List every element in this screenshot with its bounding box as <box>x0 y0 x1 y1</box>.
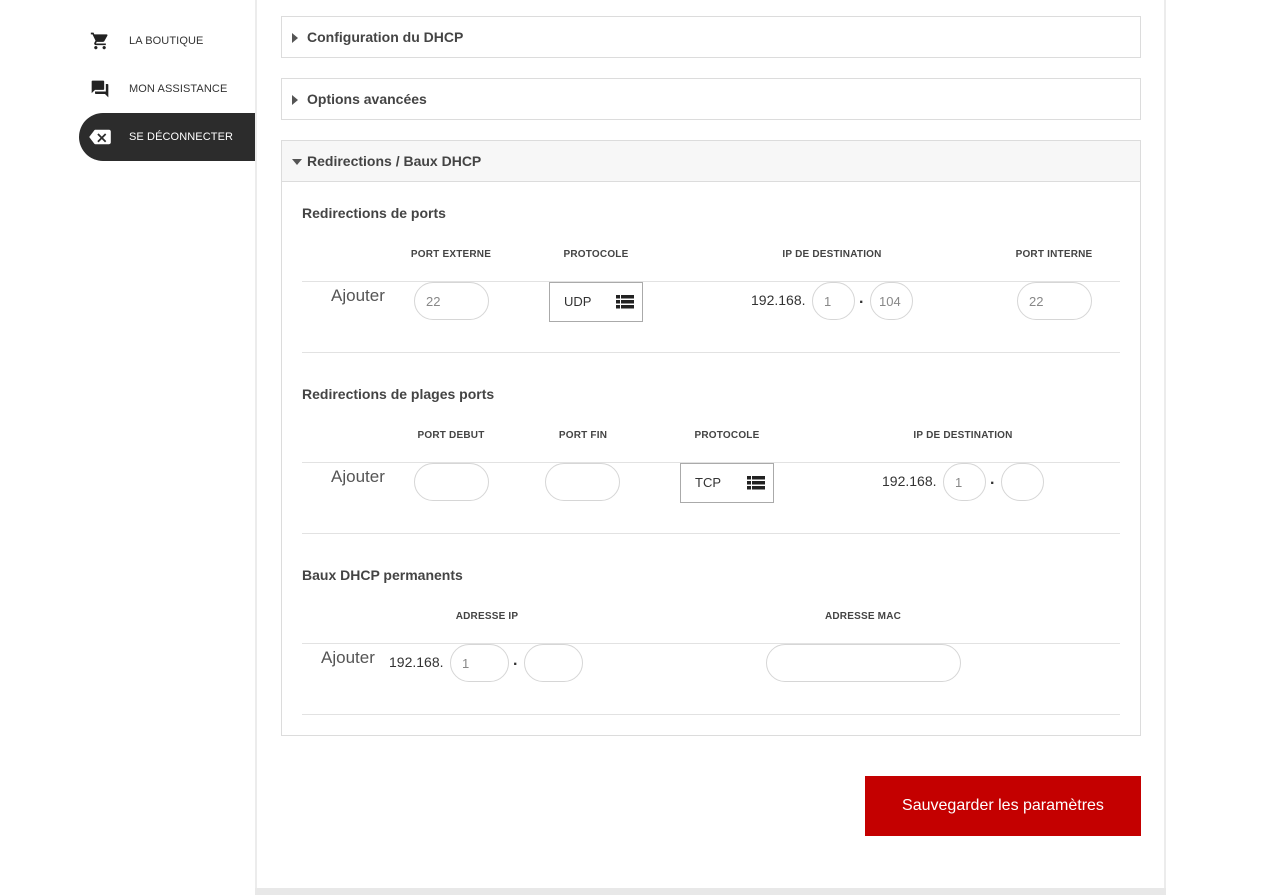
column-header-ip: ADRESSE IP <box>455 611 519 622</box>
ip-octet3-input[interactable]: 1 <box>943 463 986 501</box>
accordion-dhcp-config[interactable]: Configuration du DHCP <box>281 16 1141 58</box>
list-icon <box>616 295 634 314</box>
forum-icon <box>89 78 111 100</box>
ip-octet3-input[interactable]: 1 <box>812 282 855 320</box>
column-header-mac: ADRESSE MAC <box>824 611 902 622</box>
internal-port-input[interactable]: 22 <box>1017 282 1092 320</box>
ip-prefix: 192.168. <box>751 292 806 308</box>
protocol-select[interactable]: TCP <box>680 463 774 503</box>
divider <box>302 714 1120 715</box>
cart-icon <box>89 30 111 52</box>
sidebar-item-boutique[interactable]: LA BOUTIQUE <box>79 17 255 65</box>
ip-octet3-input[interactable]: 1 <box>450 644 509 682</box>
save-settings-button[interactable]: Sauvegarder les paramètres <box>865 776 1141 836</box>
ip-octet4-input[interactable] <box>524 644 583 682</box>
port-start-input[interactable] <box>414 463 489 501</box>
column-header-external-port: PORT EXTERNE <box>410 249 492 260</box>
sidebar-item-label: LA BOUTIQUE <box>129 35 204 47</box>
column-header-internal-port: PORT INTERNE <box>1015 249 1093 260</box>
caret-right-icon <box>292 33 298 43</box>
divider <box>302 533 1120 534</box>
ip-octet4-input[interactable] <box>1001 463 1044 501</box>
column-header-port-start: PORT DEBUT <box>417 430 485 441</box>
panel-bottom-bar <box>255 888 1166 895</box>
panel-border-left <box>255 0 257 890</box>
divider <box>302 643 1120 644</box>
mac-address-input[interactable] <box>766 644 961 682</box>
protocol-value: UDP <box>564 294 592 309</box>
caret-right-icon <box>292 95 298 105</box>
section-title-range-redirections: Redirections de plages ports <box>302 386 495 402</box>
ip-prefix: 192.168. <box>389 654 444 670</box>
section-title-port-redirections: Redirections de ports <box>302 205 446 221</box>
panel-border-right <box>1164 0 1166 890</box>
sidebar-item-assistance[interactable]: MON ASSISTANCE <box>79 65 255 113</box>
column-header-dest-ip: IP DE DESTINATION <box>782 249 882 260</box>
sidebar-item-label: MON ASSISTANCE <box>129 83 228 95</box>
accordion-title: Options avancées <box>307 91 427 107</box>
column-header-port-end: PORT FIN <box>558 430 608 441</box>
ip-octet4-input[interactable]: 104 <box>870 282 913 320</box>
accordion-title: Redirections / Baux DHCP <box>307 153 482 169</box>
accordion-advanced-options[interactable]: Options avancées <box>281 78 1141 120</box>
ip-dot-separator: . <box>990 471 995 488</box>
external-port-input[interactable]: 22 <box>414 282 489 320</box>
sidebar-item-label: SE DÉCONNECTER <box>129 131 234 143</box>
ip-prefix: 192.168. <box>882 473 937 489</box>
column-header-dest-ip: IP DE DESTINATION <box>913 430 1013 441</box>
ip-dot-separator: . <box>513 652 518 669</box>
add-dhcp-lease-button[interactable]: Ajouter <box>321 648 375 668</box>
column-header-protocol: PROTOCOLE <box>694 430 760 441</box>
divider <box>302 352 1120 353</box>
sidebar: LA BOUTIQUE MON ASSISTANCE SE DÉCONNECTE… <box>79 0 255 895</box>
protocol-value: TCP <box>695 475 721 490</box>
port-end-input[interactable] <box>545 463 620 501</box>
protocol-select[interactable]: UDP <box>549 282 643 322</box>
section-title-dhcp-leases: Baux DHCP permanents <box>302 567 463 583</box>
accordion-redirections-body <box>281 181 1141 736</box>
column-header-protocol: PROTOCOLE <box>563 249 629 260</box>
accordion-title: Configuration du DHCP <box>307 29 464 45</box>
accordion-redirections[interactable]: Redirections / Baux DHCP <box>281 140 1141 182</box>
add-range-redirection-button[interactable]: Ajouter <box>331 467 385 487</box>
logout-icon <box>89 126 111 148</box>
caret-down-icon <box>292 159 302 165</box>
add-port-redirection-button[interactable]: Ajouter <box>331 286 385 306</box>
ip-dot-separator: . <box>859 290 864 307</box>
list-icon <box>747 476 765 495</box>
divider <box>302 281 1120 282</box>
sidebar-item-logout[interactable]: SE DÉCONNECTER <box>79 113 255 161</box>
